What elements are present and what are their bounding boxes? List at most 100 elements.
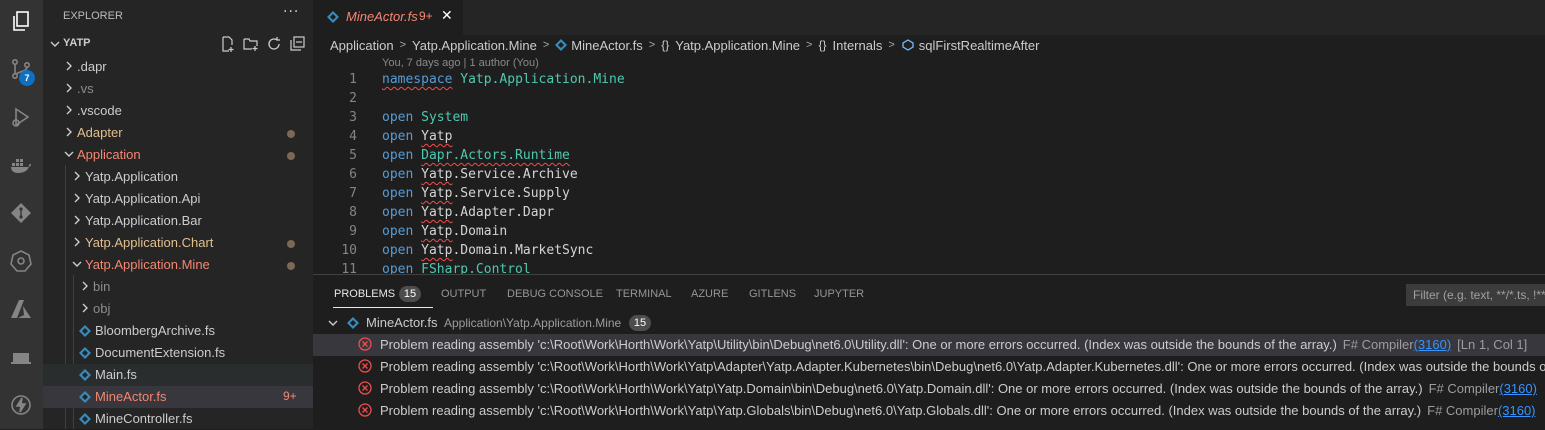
folder-item[interactable]: .vscode	[43, 100, 313, 122]
code-line[interactable]: 5 open Dapr.Actors.Runtime	[313, 147, 1545, 166]
breadcrumb-item[interactable]: Yatp.Application.Mine	[412, 38, 537, 53]
item-label: Yatp.Application.Api	[85, 191, 201, 206]
close-icon[interactable]: ✕	[441, 8, 453, 24]
folder-item[interactable]: Adapter	[43, 122, 313, 144]
tab-azure[interactable]: AZURE	[691, 288, 728, 300]
keyword: open	[382, 148, 414, 163]
problem-row[interactable]: Problem reading assembly 'c:\Root\Work\H…	[313, 334, 1545, 356]
folder-item[interactable]: obj	[43, 298, 313, 320]
tab-gitlens[interactable]: GITLENS	[749, 288, 796, 300]
code-line[interactable]: 3 open System	[313, 109, 1545, 128]
problem-code-link[interactable]: (3160)	[1498, 403, 1536, 418]
folder-item[interactable]: bin	[43, 276, 313, 298]
code-line[interactable]: 8 open Yatp.Adapter.Dapr	[313, 204, 1545, 223]
git-icon[interactable]	[6, 198, 36, 228]
file-item[interactable]: MineController.fs	[43, 408, 313, 430]
code-line[interactable]: 1 namespace Yatp.Application.Mine	[313, 71, 1545, 90]
code-line[interactable]: 11 open FSharp.Control	[313, 261, 1545, 274]
problem-message-line: Problem reading assembly 'c:\Root\Work\H…	[380, 381, 1537, 396]
folder-item[interactable]: .dapr	[43, 56, 313, 78]
tab-jupyter[interactable]: JUPYTER	[814, 288, 864, 300]
workspace-root-label: YATP	[63, 37, 91, 49]
refresh-icon[interactable]	[265, 35, 283, 53]
keyword: open	[382, 129, 414, 144]
problem-row[interactable]: Problem reading assembly 'c:\Root\Work\H…	[313, 400, 1545, 422]
more-actions-icon[interactable]: ···	[283, 4, 299, 20]
keyword: open	[382, 243, 414, 258]
problem-source: F# Compiler	[1427, 403, 1498, 418]
tab-output[interactable]: OUTPUT	[441, 288, 486, 300]
chevron-right-icon: >	[888, 39, 895, 51]
problem-message: Problem reading assembly 'c:\Root\Work\H…	[380, 337, 1337, 352]
code-line[interactable]: 10 open Yatp.Domain.MarketSync	[313, 242, 1545, 261]
problem-message-line: Problem reading assembly 'c:\Root\Work\H…	[380, 337, 1527, 352]
folder-item[interactable]: Application	[43, 144, 313, 166]
folder-item[interactable]: .vs	[43, 78, 313, 100]
file-item[interactable]: Main.fs	[43, 364, 313, 386]
folder-item[interactable]: Yatp.Application.Mine	[43, 254, 313, 276]
new-file-icon[interactable]	[219, 35, 237, 53]
keyword: open	[382, 205, 414, 220]
code-text: open Yatp.Adapter.Dapr	[382, 205, 554, 220]
collapse-all-icon[interactable]	[288, 35, 306, 53]
chevron-down-icon	[72, 261, 82, 267]
folder-item[interactable]: Yatp.Application.Chart	[43, 232, 313, 254]
breadcrumb-item[interactable]: sqlFirstRealtimeAfter	[919, 38, 1040, 53]
item-label: Yatp.Application	[85, 169, 178, 184]
folder-item[interactable]: Yatp.Application	[43, 166, 313, 188]
file-item[interactable]: MineActor.fs 9+	[43, 386, 313, 408]
docker-icon[interactable]	[6, 150, 36, 180]
tab-debug-console[interactable]: DEBUG CONSOLE	[507, 288, 603, 300]
problem-source: F# Compiler	[1428, 381, 1500, 396]
code-text: open System	[382, 110, 468, 125]
explorer-icon[interactable]	[6, 6, 36, 36]
thunder-client-icon[interactable]	[6, 390, 36, 420]
folder-item[interactable]: Yatp.Application.Bar	[43, 210, 313, 232]
file-item[interactable]: DocumentExtension.fs	[43, 342, 313, 364]
code-line[interactable]: 4 open Yatp	[313, 128, 1545, 147]
remote-explorer-icon[interactable]	[6, 342, 36, 372]
code-line[interactable]: 6 open Yatp.Service.Archive	[313, 166, 1545, 185]
kubernetes-icon[interactable]	[6, 246, 36, 276]
breadcrumb-item[interactable]: Application	[330, 38, 394, 53]
problem-row[interactable]: Problem reading assembly 'c:\Root\Work\H…	[313, 378, 1545, 400]
problems-file-group[interactable]: MineActor.fs Application\Yatp.Applicatio…	[313, 312, 1545, 334]
code-line[interactable]: 7 open Yatp.Service.Supply	[313, 185, 1545, 204]
code-editor[interactable]: You, 7 days ago | 1 author (You) 1 namesp…	[313, 56, 1545, 274]
problems-file-path: Application\Yatp.Application.Mine	[444, 316, 622, 330]
problems-filter-input[interactable]: Filter (e.g. text, **/*.ts, !**/node_mod…	[1406, 284, 1545, 306]
line-number: 9	[349, 224, 357, 239]
activity-bar: 7	[0, 0, 43, 429]
chevron-right-icon	[66, 105, 72, 115]
namespace-name: FSharp.Control	[421, 262, 531, 274]
fsharp-file-icon	[79, 369, 91, 381]
problem-code-link[interactable]: (3160)	[1499, 381, 1537, 396]
code-line[interactable]: 9 open Yatp.Domain	[313, 223, 1545, 242]
chevron-right-icon	[74, 193, 80, 203]
tab-mineactor[interactable]: MineActor.fs 9+ ✕	[313, 0, 463, 35]
file-item[interactable]: BloombergArchive.fs	[43, 320, 313, 342]
fsharp-file-icon	[327, 11, 339, 23]
run-debug-icon[interactable]	[6, 102, 36, 132]
code-line[interactable]: 2	[313, 90, 1545, 109]
breadcrumb-item[interactable]: Yatp.Application.Mine	[675, 38, 800, 53]
azure-icon[interactable]	[6, 294, 36, 324]
workspace-root[interactable]: YATP	[43, 34, 313, 54]
problem-row[interactable]: Problem reading assembly 'c:\Root\Work\H…	[313, 356, 1545, 378]
namespace-name: Yatp.Application.Mine	[460, 72, 625, 87]
explorer-sidebar: EXPLORER ··· YATP .dapr .vs .vscode Adapter…	[43, 0, 313, 429]
line-number: 6	[349, 167, 357, 182]
problem-code-link[interactable]: (3160)	[1414, 337, 1452, 352]
codelens-blame[interactable]: You, 7 days ago | 1 author (You)	[382, 57, 539, 69]
tab-terminal[interactable]: TERMINAL	[616, 288, 672, 300]
problems-count-badge: 15	[399, 286, 421, 302]
chevron-right-icon	[66, 127, 72, 137]
fsharp-file-icon	[555, 39, 568, 51]
new-folder-icon[interactable]	[242, 35, 260, 53]
breadcrumb-item[interactable]: MineActor.fs	[571, 38, 643, 53]
fsharp-file-icon	[347, 317, 359, 329]
breadcrumb-item[interactable]: Internals	[832, 38, 882, 53]
tab-problems[interactable]: PROBLEMS	[334, 288, 395, 300]
folder-item[interactable]: Yatp.Application.Api	[43, 188, 313, 210]
module-icon: {}	[818, 38, 827, 52]
